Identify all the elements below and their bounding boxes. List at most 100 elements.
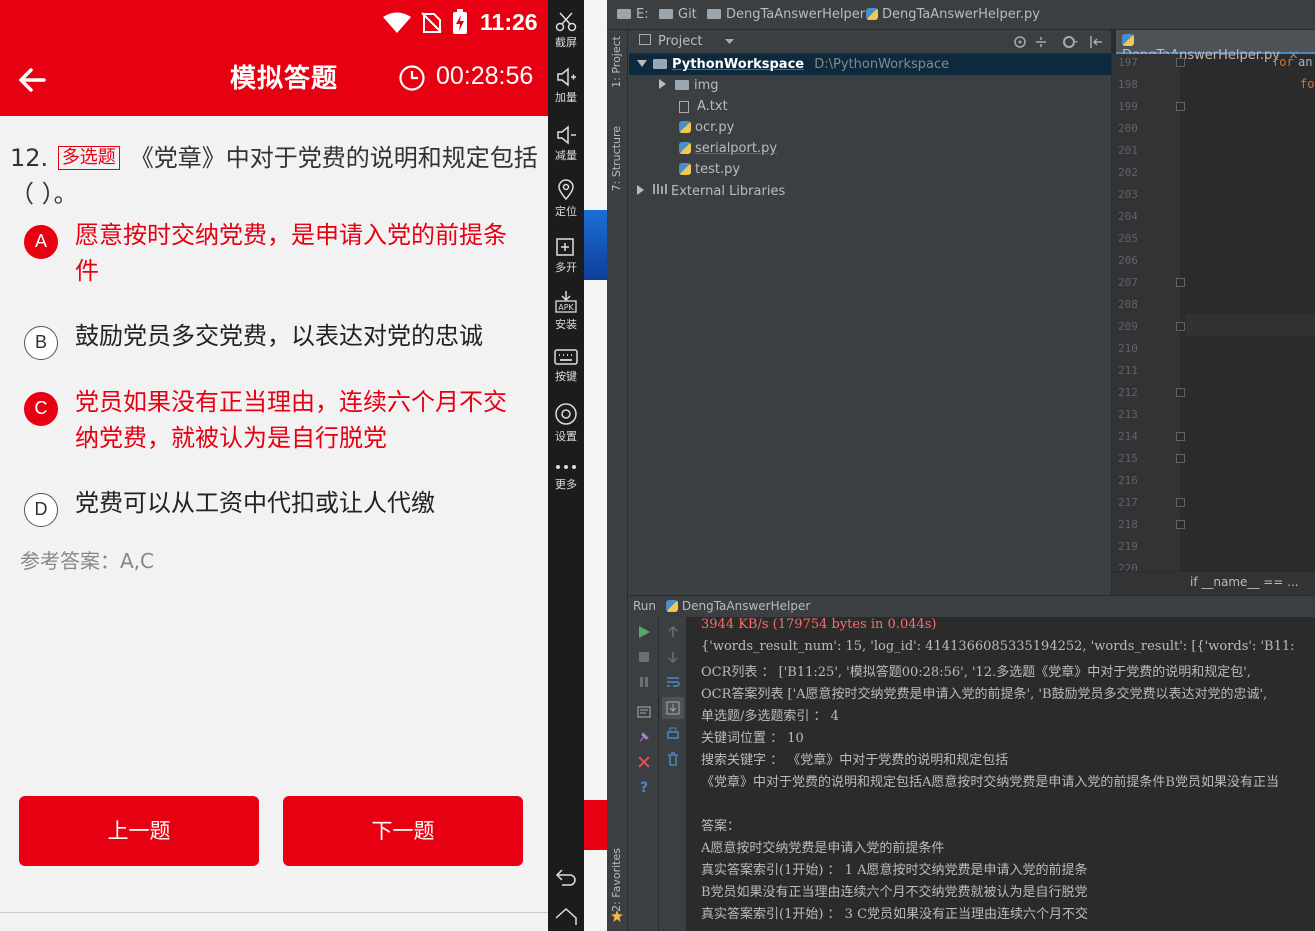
- tree-item-serialport-py[interactable]: serialport.py: [679, 141, 777, 156]
- countdown-timer: 00:28:56: [436, 62, 534, 90]
- reference-answer: 参考答案：A,C: [20, 549, 155, 573]
- fold-marker[interactable]: [1176, 58, 1185, 67]
- fold-marker[interactable]: [1176, 520, 1185, 529]
- fold-marker[interactable]: [1176, 278, 1185, 287]
- fold-marker[interactable]: [1176, 388, 1185, 397]
- help-icon[interactable]: ?: [637, 780, 651, 794]
- close-icon[interactable]: [637, 755, 651, 769]
- star-icon: [611, 910, 623, 922]
- console-line: 真实答案索引(1开始) ： 1 A愿意按时交纳党费是申请入党的前提条: [701, 863, 1088, 878]
- locate-icon[interactable]: [1013, 35, 1027, 49]
- settings-button[interactable]: 设置: [548, 402, 584, 444]
- clock-icon: [399, 65, 425, 91]
- arrow-up-icon[interactable]: [666, 625, 680, 639]
- arrow-down-icon[interactable]: [666, 650, 680, 664]
- install-apk-button[interactable]: APK 安装: [548, 290, 584, 332]
- multi-instance-button[interactable]: 多开: [548, 235, 584, 275]
- print-icon[interactable]: [666, 727, 680, 741]
- gear-icon[interactable]: [1062, 35, 1078, 49]
- line-number: 199: [1118, 100, 1138, 113]
- stop-icon[interactable]: [637, 650, 651, 664]
- keyboard-icon: [554, 349, 578, 365]
- pause-icon[interactable]: [637, 675, 651, 689]
- volume-up-button[interactable]: 加量: [548, 67, 584, 105]
- chevron-down-icon: [637, 60, 647, 67]
- run-config-name[interactable]: DengTaAnswerHelper: [682, 599, 810, 613]
- breadcrumb-project[interactable]: DengTaAnswerHelper: [707, 7, 865, 22]
- console-line: 关键词位置 ： 10: [701, 731, 804, 746]
- run-icon[interactable]: [637, 625, 651, 639]
- back-icon[interactable]: [554, 866, 578, 888]
- fold-marker[interactable]: [1176, 102, 1185, 111]
- scroll-to-end-icon[interactable]: [666, 701, 680, 715]
- tree-item-label: A.txt: [697, 99, 728, 114]
- console-line: 单选题/多选题索引 ： 4: [701, 709, 839, 724]
- emu-label: 安装: [555, 318, 577, 331]
- editor-breadcrumb-status[interactable]: if __name__ == ...: [1112, 571, 1315, 595]
- line-number: 207: [1118, 276, 1138, 289]
- tab-favorites[interactable]: 2: Favorites: [610, 848, 623, 912]
- run-label: Run: [633, 599, 657, 613]
- line-number: 218: [1118, 518, 1138, 531]
- no-sim-icon: [421, 12, 442, 33]
- project-panel-header: Project: [629, 30, 1111, 54]
- option-text: 鼓励党员多交党费，以表达对党的忠诚: [75, 322, 483, 350]
- line-number: 201: [1118, 144, 1138, 157]
- breadcrumb-git[interactable]: Git: [659, 7, 697, 22]
- location-icon: [558, 179, 574, 201]
- tab-project[interactable]: 1: Project: [610, 36, 623, 88]
- line-number: 219: [1118, 540, 1138, 553]
- emu-label: 减量: [555, 149, 577, 162]
- folder-icon: [653, 59, 667, 69]
- editor-tab[interactable]: DengTaAnswerHelper.py ×: [1116, 30, 1315, 63]
- tree-external-libraries[interactable]: External Libraries: [637, 183, 785, 199]
- tree-item-img[interactable]: img: [659, 78, 719, 93]
- tree-item-label: ocr.py: [695, 120, 735, 135]
- soft-wrap-icon[interactable]: [666, 675, 680, 689]
- current-line-highlight: [1186, 314, 1315, 336]
- next-question-button[interactable]: 下一题: [283, 796, 523, 866]
- tree-item-ocr-py[interactable]: ocr.py: [679, 120, 734, 135]
- home-icon[interactable]: [554, 906, 578, 926]
- background-window-sliver: [584, 0, 607, 931]
- breadcrumb: E: Git DengTaAnswerHelper DengTaAnswerHe…: [607, 0, 1315, 30]
- collapse-all-icon[interactable]: [1034, 35, 1048, 49]
- line-number: 204: [1118, 210, 1138, 223]
- fold-marker[interactable]: [1176, 498, 1185, 507]
- fold-marker[interactable]: [1176, 322, 1185, 331]
- phone-status-bar: 11:26: [0, 0, 548, 44]
- project-view-icon: [639, 34, 651, 45]
- tree-item-test-py[interactable]: test.py: [679, 162, 740, 177]
- location-button[interactable]: 定位: [548, 179, 584, 219]
- tree-root-path: D:\PythonWorkspace: [814, 57, 950, 72]
- fold-marker[interactable]: [1176, 454, 1185, 463]
- trash-icon[interactable]: [666, 752, 680, 766]
- volume-down-button[interactable]: 减量: [548, 125, 584, 163]
- multi-instance-icon: [556, 238, 574, 256]
- more-button[interactable]: 更多: [548, 460, 584, 492]
- pin-icon[interactable]: [637, 730, 651, 744]
- keymap-button[interactable]: 按键: [548, 348, 584, 384]
- hide-panel-icon[interactable]: [1089, 35, 1103, 49]
- tab-structure[interactable]: 7: Structure: [610, 126, 623, 191]
- line-number: 197: [1118, 56, 1138, 69]
- project-view-selector[interactable]: Project: [658, 34, 702, 49]
- apk-install-icon: APK: [555, 291, 577, 313]
- prev-question-button[interactable]: 上一题: [19, 796, 259, 866]
- toolbar-divider: [658, 617, 659, 931]
- chevron-down-icon[interactable]: [725, 39, 734, 45]
- tree-item-a-txt[interactable]: A.txt: [679, 99, 728, 114]
- tree-item-label: img: [694, 78, 719, 93]
- breadcrumb-file[interactable]: DengTaAnswerHelper.py: [866, 7, 1040, 22]
- code-keyword: for: [1300, 77, 1315, 91]
- emu-label: 更多: [555, 478, 577, 491]
- line-number: 205: [1118, 232, 1138, 245]
- breadcrumb-label: Git: [678, 7, 697, 22]
- screenshot-button[interactable]: 截屏: [548, 12, 584, 50]
- tree-root[interactable]: PythonWorkspace D:\PythonWorkspace: [637, 57, 949, 72]
- line-number: 210: [1118, 342, 1138, 355]
- fold-marker[interactable]: [1176, 432, 1185, 441]
- breadcrumb-drive[interactable]: E:: [617, 7, 649, 22]
- dump-threads-icon[interactable]: [637, 705, 651, 719]
- editor-status-label: if __name__ == ...: [1190, 575, 1299, 589]
